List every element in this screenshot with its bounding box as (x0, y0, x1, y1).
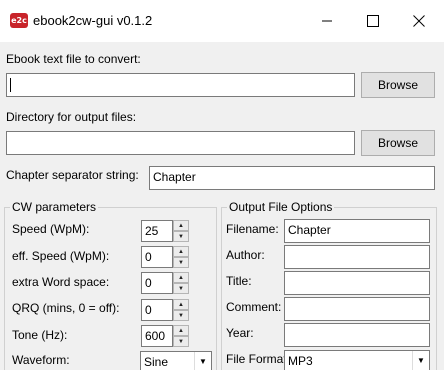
chevron-down-icon[interactable]: ▼ (194, 352, 211, 370)
spin-down-icon[interactable]: ▼ (173, 283, 189, 294)
file-format-value: MP3 (288, 354, 313, 368)
spin-up-icon[interactable]: ▲ (173, 220, 189, 231)
filename-label: Filename: (226, 222, 279, 236)
eff-speed-input[interactable]: 0 (141, 246, 173, 268)
title-bar[interactable]: e2c ebook2cw-gui v0.1.2 (0, 0, 444, 42)
title-label: Title: (226, 274, 252, 288)
app-icon: e2c (10, 13, 28, 28)
cw-parameters-title: CW parameters (10, 200, 99, 214)
tone-label: Tone (Hz): (12, 328, 68, 342)
qrq-input[interactable]: 0 (141, 299, 173, 321)
browse-input-button[interactable]: Browse (361, 72, 435, 98)
spin-up-icon[interactable]: ▲ (173, 246, 189, 257)
author-label: Author: (226, 248, 265, 262)
minimize-icon (322, 20, 332, 22)
maximize-icon (367, 15, 379, 27)
title-field[interactable] (284, 271, 430, 295)
close-icon (413, 15, 425, 27)
spin-down-icon[interactable]: ▼ (173, 336, 189, 347)
spin-up-icon[interactable]: ▲ (173, 299, 189, 310)
author-field[interactable] (284, 245, 430, 269)
spin-down-icon[interactable]: ▼ (173, 310, 189, 321)
extra-space-input[interactable]: 0 (141, 272, 173, 294)
speed-label: Speed (WpM): (12, 222, 90, 236)
output-options-title: Output File Options (227, 200, 335, 214)
output-dir-field[interactable] (6, 131, 355, 155)
chapter-separator-label: Chapter separator string: (6, 168, 139, 182)
chapter-separator-field[interactable]: Chapter (149, 166, 435, 190)
eff-speed-spinner[interactable]: ▲ ▼ (173, 246, 189, 268)
spin-down-icon[interactable]: ▼ (173, 231, 189, 242)
waveform-select[interactable]: Sine ▼ (140, 351, 212, 370)
tone-input[interactable]: 600 (141, 325, 173, 347)
speed-spinner[interactable]: ▲ ▼ (173, 220, 189, 242)
waveform-label: Waveform: (12, 353, 70, 367)
maximize-button[interactable] (350, 0, 396, 42)
spin-up-icon[interactable]: ▲ (173, 325, 189, 336)
extra-space-spinner[interactable]: ▲ ▼ (173, 272, 189, 294)
year-label: Year: (226, 326, 254, 340)
qrq-spinner[interactable]: ▲ ▼ (173, 299, 189, 321)
waveform-value: Sine (144, 355, 169, 369)
browse-output-button[interactable]: Browse (361, 130, 435, 156)
file-format-select[interactable]: MP3 ▼ (284, 350, 430, 370)
file-format-label: File Format: (226, 352, 291, 366)
minimize-button[interactable] (304, 0, 350, 42)
input-file-label: Ebook text file to convert: (6, 52, 141, 66)
window-title: ebook2cw-gui v0.1.2 (33, 13, 153, 28)
output-dir-label: Directory for output files: (6, 110, 137, 124)
chevron-down-icon[interactable]: ▼ (412, 351, 429, 370)
input-file-field[interactable] (6, 73, 355, 97)
year-field[interactable] (284, 323, 430, 347)
comment-field[interactable] (284, 297, 430, 321)
text-caret (10, 78, 11, 92)
extra-space-label: extra Word space: (12, 275, 110, 289)
tone-spinner[interactable]: ▲ ▼ (173, 325, 189, 347)
qrq-label: QRQ (mins, 0 = off): (12, 301, 120, 315)
close-button[interactable] (396, 0, 442, 42)
eff-speed-label: eff. Speed (WpM): (12, 249, 110, 263)
filename-field[interactable]: Chapter (284, 219, 430, 243)
spin-up-icon[interactable]: ▲ (173, 272, 189, 283)
speed-input[interactable]: 25 (141, 220, 173, 242)
spin-down-icon[interactable]: ▼ (173, 257, 189, 268)
comment-label: Comment: (226, 300, 282, 314)
